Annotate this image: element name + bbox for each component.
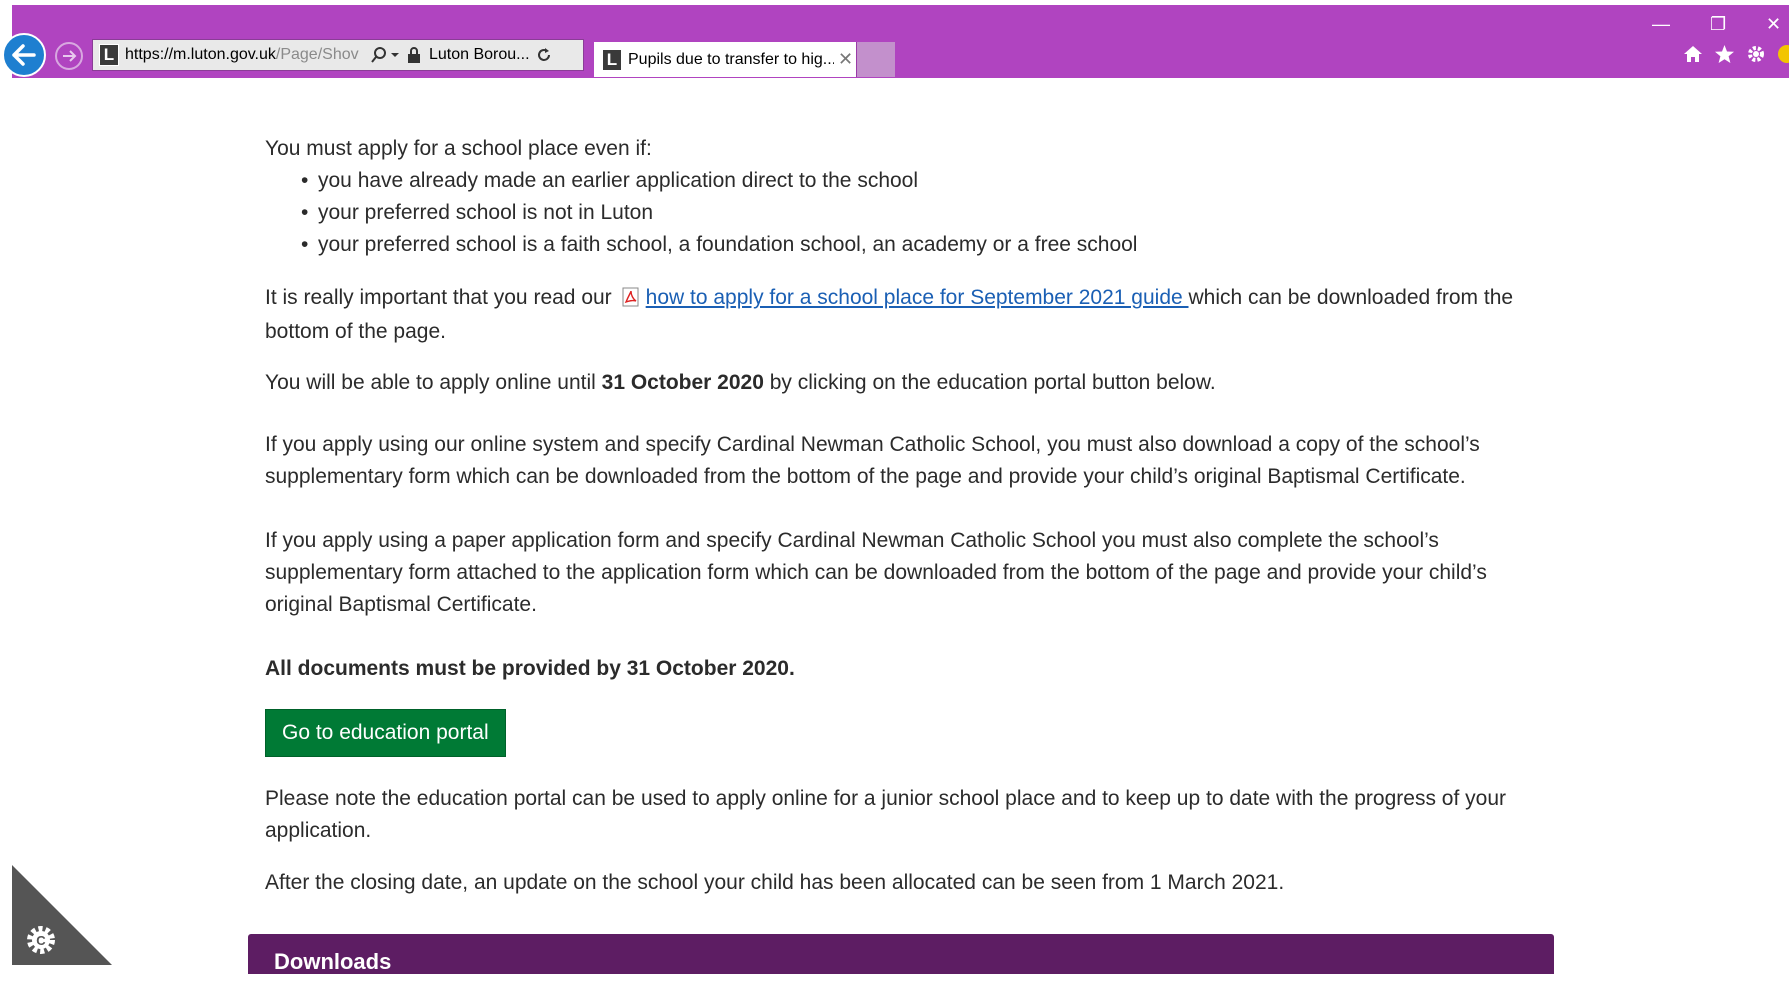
- intro-text: You must apply for a school place even i…: [265, 137, 652, 160]
- documents-deadline: All documents must be provided by 31 Oct…: [265, 657, 795, 680]
- bullet-icon: •: [301, 169, 309, 192]
- new-tab-button[interactable]: [856, 42, 895, 77]
- feedback-smiley-icon[interactable]: [1777, 44, 1789, 64]
- tab-active[interactable]: L Pupils due to transfer to hig... ✕: [594, 42, 856, 77]
- apply-suffix: by clicking on the education portal butt…: [763, 371, 1216, 394]
- tab-favicon: L: [602, 48, 622, 71]
- downloads-header[interactable]: Downloads: [248, 934, 1554, 974]
- list-item-text: your preferred school is a faith school,…: [318, 233, 1138, 256]
- tab-close-icon[interactable]: ✕: [838, 49, 853, 70]
- site-identity[interactable]: Luton Borou...: [429, 46, 530, 64]
- back-arrow-icon: [12, 44, 36, 66]
- guide-link[interactable]: how to apply for a school place for Sept…: [646, 286, 1189, 309]
- portal-note: Please note the education portal can be …: [265, 787, 1506, 842]
- favorites-star-icon[interactable]: [1714, 44, 1735, 64]
- requirements-list: • you have already made an earlier applic…: [265, 165, 1555, 261]
- close-window-icon[interactable]: ✕: [1766, 14, 1781, 35]
- apply-prefix: You will be able to apply online until: [265, 371, 602, 394]
- refresh-icon[interactable]: [536, 47, 552, 63]
- main-content: You must apply for a school place even i…: [265, 133, 1555, 899]
- url-text[interactable]: https://m.luton.gov.uk/Page/Shov: [125, 46, 365, 64]
- home-icon[interactable]: [1683, 44, 1703, 64]
- svg-text:C: C: [36, 933, 46, 948]
- list-item-text: you have already made an earlier applica…: [318, 169, 919, 192]
- paper-cardinal-paragraph: If you apply using a paper application f…: [265, 529, 1487, 616]
- forward-arrow-icon: [63, 50, 77, 62]
- list-item: • your preferred school is a faith school…: [265, 229, 1555, 261]
- search-dropdown-icon[interactable]: [371, 46, 401, 64]
- apply-online-paragraph: You will be able to apply online until 3…: [265, 367, 1555, 399]
- bullet-icon: •: [301, 201, 309, 224]
- closing-date-note: After the closing date, an update on the…: [265, 871, 1285, 894]
- site-favicon: L: [99, 44, 119, 66]
- list-item: • you have already made an earlier applic…: [265, 165, 1555, 197]
- url-path: /Page/Shov: [275, 46, 359, 63]
- url-host: https://m.luton.gov.uk: [125, 46, 276, 63]
- list-item: • your preferred school is not in Luton: [265, 197, 1555, 229]
- bullet-icon: •: [301, 233, 309, 256]
- minimize-icon[interactable]: —: [1652, 14, 1670, 35]
- guide-prefix: It is really important that you read our: [265, 286, 612, 309]
- lock-icon[interactable]: [407, 47, 421, 63]
- forward-button[interactable]: [55, 42, 83, 70]
- settings-gear-icon[interactable]: [1746, 44, 1766, 64]
- restore-icon[interactable]: ❐: [1710, 14, 1726, 35]
- list-item-text: your preferred school is not in Luton: [318, 201, 654, 224]
- tab-title: Pupils due to transfer to hig...: [628, 50, 834, 68]
- guide-paragraph: It is really important that you read our…: [265, 281, 1555, 349]
- cookie-settings-gear-icon[interactable]: C: [24, 923, 58, 957]
- education-portal-button[interactable]: Go to education portal: [265, 709, 506, 757]
- back-button[interactable]: [2, 33, 46, 77]
- online-cardinal-paragraph: If you apply using our online system and…: [265, 433, 1480, 488]
- apply-deadline: 31 October 2020: [601, 371, 764, 394]
- pdf-icon: [622, 287, 639, 307]
- address-bar[interactable]: L https://m.luton.gov.uk/Page/Shov Luton…: [92, 39, 584, 71]
